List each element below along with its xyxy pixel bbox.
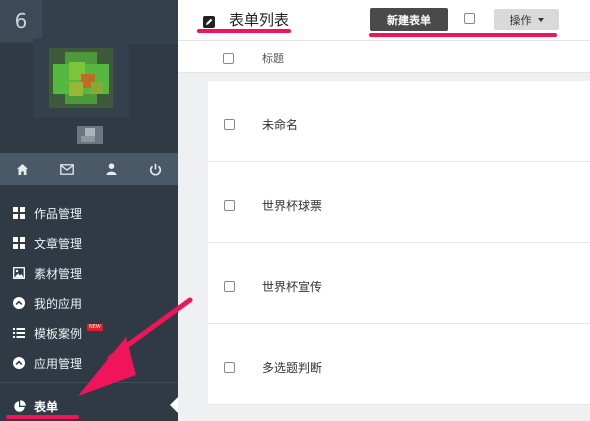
operations-label: 操作	[509, 13, 532, 27]
sidebar-menu: 作品管理 文章管理 素材管理 我的应用 模板案例 NEW 应用管理	[0, 198, 178, 378]
pie-chart-icon	[12, 399, 26, 413]
table-row[interactable]: 世界杯宣传	[208, 243, 590, 324]
row-title[interactable]: 未命名	[262, 116, 298, 133]
row-checkbox[interactable]	[224, 119, 235, 130]
row-checkbox[interactable]	[224, 281, 235, 292]
sidebar-item-label: 模板案例	[34, 326, 83, 341]
edit-icon	[203, 14, 215, 28]
caret-down-icon	[537, 17, 544, 22]
row-title[interactable]: 世界杯球票	[262, 197, 322, 214]
username-pixelated	[77, 126, 103, 144]
app-logo[interactable]: 6	[0, 0, 42, 42]
mail-icon[interactable]	[45, 153, 90, 185]
sidebar-item-works[interactable]: 作品管理	[0, 198, 178, 228]
row-checkbox[interactable]	[224, 200, 235, 211]
circle-up-icon	[12, 296, 26, 310]
sidebar-item-label: 我的应用	[34, 296, 83, 311]
sidebar-item-my-apps[interactable]: 我的应用	[0, 288, 178, 318]
table-row[interactable]: 未命名	[208, 81, 590, 162]
sidebar-item-label: 应用管理	[34, 356, 83, 371]
sidebar-item-app-manage[interactable]: 应用管理	[0, 348, 178, 378]
new-form-button[interactable]: 新建表单	[370, 8, 448, 31]
row-checkbox[interactable]	[224, 362, 235, 373]
sidebar: 6 作品管理 文章管理 素材管理 我的应用 模板案例 NEW 应用管理 表单	[0, 0, 178, 421]
row-title[interactable]: 世界杯宣传	[262, 278, 322, 295]
sidebar-divider	[0, 382, 178, 383]
user-icon[interactable]	[89, 153, 134, 185]
circle-up-icon	[12, 356, 26, 370]
sidebar-item-label: 文章管理	[34, 236, 83, 251]
form-list: 未命名 世界杯球票 世界杯宣传 多选题判断	[208, 81, 590, 405]
row-title[interactable]: 多选题判断	[262, 359, 322, 376]
grid-icon	[12, 236, 26, 250]
sidebar-item-label: 表单	[34, 399, 59, 414]
active-indicator	[170, 397, 178, 413]
header-checkbox[interactable]	[223, 53, 234, 64]
page-title-text: 表单列表	[229, 11, 290, 29]
operations-dropdown[interactable]: 操作	[494, 9, 559, 30]
sidebar-item-articles[interactable]: 文章管理	[0, 228, 178, 258]
column-title: 标题	[262, 52, 284, 65]
list-icon	[12, 326, 26, 340]
sidebar-item-materials[interactable]: 素材管理	[0, 258, 178, 288]
table-row[interactable]: 世界杯球票	[208, 162, 590, 243]
sidebar-item-label: 素材管理	[34, 266, 83, 281]
grid-icon	[12, 206, 26, 220]
image-icon	[12, 266, 26, 280]
table-header: 标题	[178, 40, 590, 73]
sidebar-item-label: 作品管理	[34, 206, 83, 221]
select-all-checkbox[interactable]	[464, 13, 475, 24]
new-badge: NEW	[87, 324, 103, 331]
power-icon[interactable]	[134, 153, 179, 185]
sidebar-icon-bar	[0, 153, 178, 185]
forms-underline-annotation	[6, 415, 79, 419]
home-icon[interactable]	[0, 153, 45, 185]
avatar[interactable]	[33, 38, 129, 118]
table-row[interactable]: 多选题判断	[208, 324, 590, 405]
sidebar-item-templates[interactable]: 模板案例 NEW	[0, 318, 178, 348]
buttons-underline-annotation	[369, 33, 557, 37]
title-underline-annotation	[197, 29, 291, 33]
page-title: 表单列表	[203, 9, 289, 30]
